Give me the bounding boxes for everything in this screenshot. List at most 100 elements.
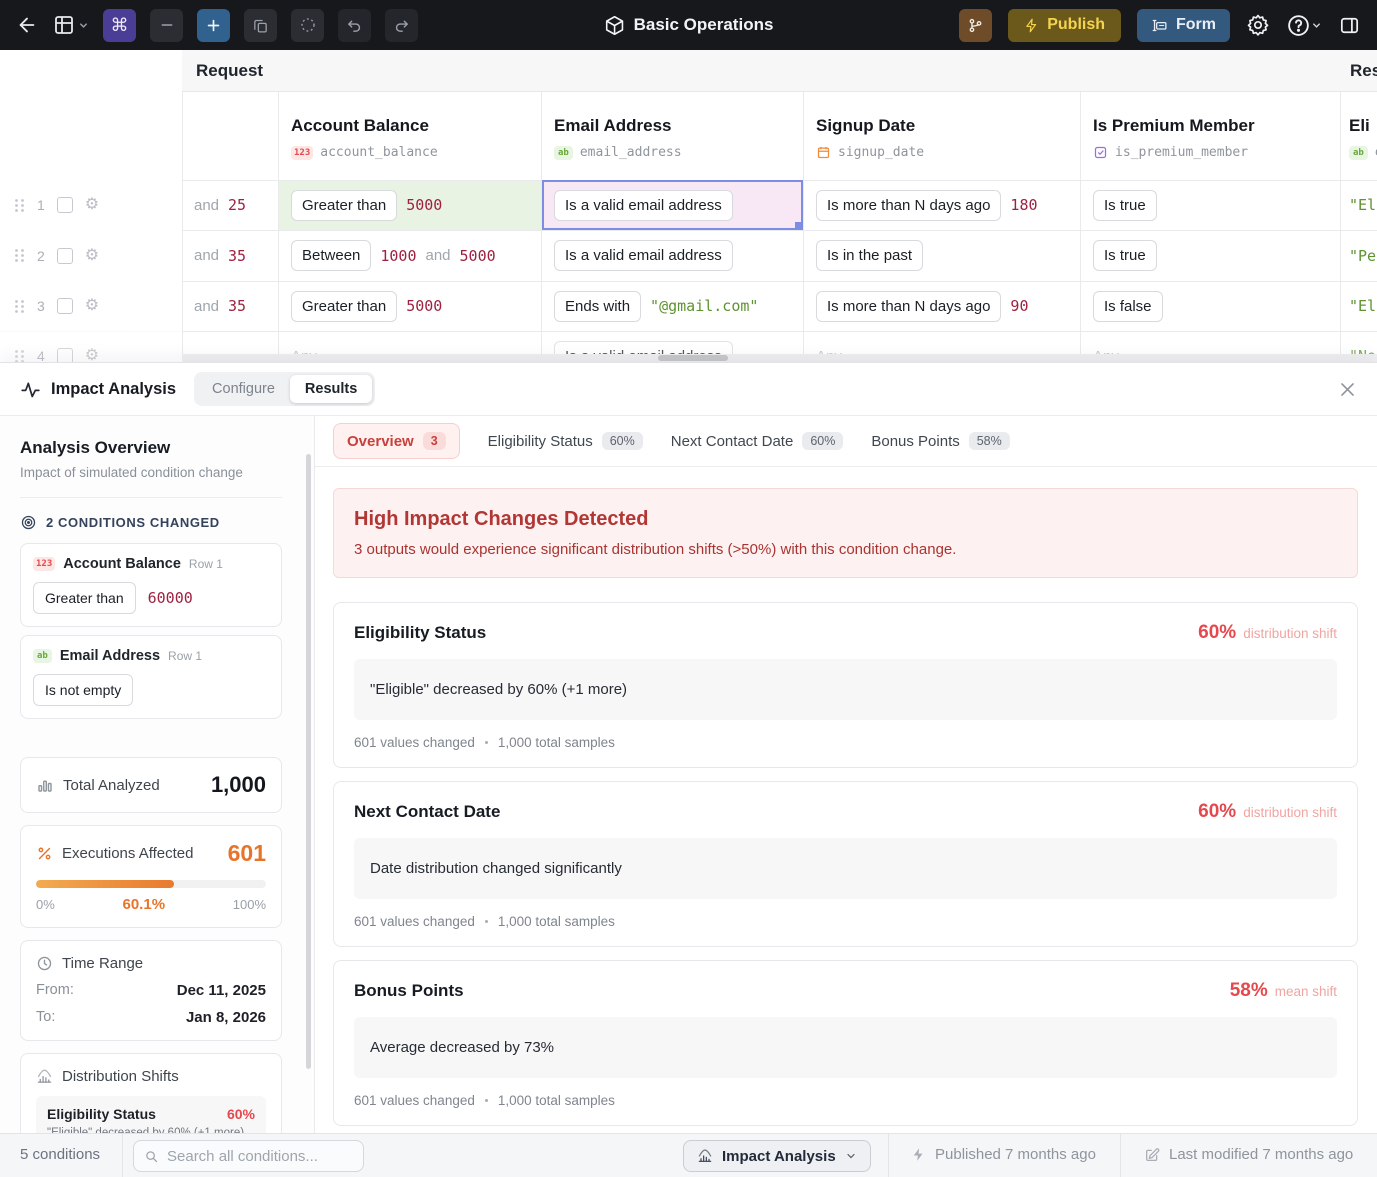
row-number: 1 bbox=[37, 197, 45, 213]
condition-operator-chip[interactable]: Greater than bbox=[33, 582, 136, 614]
row-settings-icon[interactable]: ⚙ bbox=[85, 298, 99, 314]
chevron-down-icon bbox=[1311, 20, 1322, 31]
search-conditions-box[interactable] bbox=[133, 1140, 364, 1172]
executions-affected-card: Executions Affected 601 0% 60.1% 100% bbox=[20, 825, 282, 928]
remove-row-button[interactable] bbox=[150, 9, 183, 42]
last-modified-status: Last modified 7 months ago bbox=[1144, 1146, 1353, 1163]
horizontal-scrollbar-thumb[interactable] bbox=[658, 355, 728, 361]
high-impact-alert: High Impact Changes Detected 3 outputs w… bbox=[333, 488, 1358, 578]
close-panel-button[interactable] bbox=[1338, 380, 1357, 399]
publish-button[interactable]: Publish bbox=[1008, 9, 1121, 42]
lightning-icon bbox=[1024, 18, 1039, 33]
divider bbox=[20, 497, 282, 498]
condition-operator-chip[interactable]: Greater than bbox=[291, 190, 397, 221]
help-button[interactable] bbox=[1286, 13, 1322, 38]
published-status: Published 7 months ago bbox=[911, 1146, 1096, 1163]
row-settings-icon[interactable]: ⚙ bbox=[85, 197, 99, 213]
column-header-is-premium-member[interactable]: Is Premium Member is_premium_member bbox=[1081, 92, 1340, 180]
drag-handle-icon[interactable] bbox=[14, 299, 25, 314]
add-row-button[interactable] bbox=[197, 9, 230, 42]
tab-overview[interactable]: Overview 3 bbox=[333, 423, 460, 459]
row-number: 4 bbox=[37, 348, 45, 362]
total-samples: 1,000 total samples bbox=[498, 1093, 615, 1108]
dot-separator bbox=[485, 1099, 488, 1102]
clock-icon bbox=[36, 955, 53, 972]
copy-icon bbox=[252, 17, 269, 34]
row-checkbox[interactable] bbox=[57, 197, 73, 213]
condition-operator-chip[interactable]: Is true bbox=[1093, 190, 1157, 221]
drag-handle-icon[interactable] bbox=[14, 248, 25, 263]
view-selector-button[interactable]: Impact Analysis bbox=[683, 1140, 871, 1172]
histogram-icon bbox=[36, 1068, 53, 1085]
table-view-icon bbox=[52, 13, 76, 37]
search-conditions-input[interactable] bbox=[167, 1148, 353, 1165]
row-settings-icon[interactable]: ⚙ bbox=[85, 348, 99, 362]
condition-operator-chip[interactable]: Is not empty bbox=[33, 674, 133, 706]
condition-operator-chip[interactable]: Is more than N days ago bbox=[816, 291, 1001, 322]
plus-icon bbox=[205, 17, 222, 34]
text-type-icon: ab bbox=[1349, 146, 1368, 160]
panel-toggle-button[interactable] bbox=[1338, 14, 1361, 37]
form-button[interactable]: Form bbox=[1137, 9, 1230, 42]
drag-handle-icon[interactable] bbox=[14, 198, 25, 213]
panel-header: Impact Analysis Configure Results bbox=[0, 363, 1377, 416]
tab-configure[interactable]: Configure bbox=[197, 375, 290, 403]
settings-button[interactable] bbox=[1246, 13, 1270, 37]
row-controls: 3 ⚙ bbox=[0, 281, 182, 331]
column-header-account-balance[interactable]: Account Balance 123account_balance bbox=[279, 92, 541, 180]
versions-button[interactable] bbox=[959, 9, 992, 42]
row-checkbox[interactable] bbox=[57, 298, 73, 314]
redo-button[interactable] bbox=[385, 9, 418, 42]
undo-button[interactable] bbox=[338, 9, 371, 42]
search-icon bbox=[144, 1149, 159, 1164]
executions-affected-value: 601 bbox=[228, 840, 266, 867]
row-settings-icon[interactable]: ⚙ bbox=[85, 248, 99, 264]
column-header-signup-date[interactable]: Signup Date signup_date bbox=[804, 92, 1080, 180]
drag-handle-icon[interactable] bbox=[14, 349, 25, 363]
distribution-shift-item[interactable]: Eligibility Status60% "Eligible" decreas… bbox=[36, 1096, 266, 1133]
bottombar: 5 conditions Impact Analysis Published 7… bbox=[0, 1133, 1377, 1177]
sidebar-scrollbar-thumb[interactable] bbox=[306, 454, 311, 1069]
condition-operator-chip[interactable]: Greater than bbox=[291, 291, 397, 322]
column-header-eligibility[interactable]: Eli abe bbox=[1341, 92, 1377, 180]
text-type-icon: ab bbox=[554, 146, 573, 160]
percent-icon bbox=[36, 845, 53, 862]
affected-progress-fill bbox=[36, 880, 174, 888]
duplicate-button[interactable] bbox=[244, 9, 277, 42]
tab-next-contact-date[interactable]: Next Contact Date 60% bbox=[671, 424, 844, 458]
condition-operator-chip[interactable]: Is false bbox=[1093, 291, 1163, 322]
row-checkbox[interactable] bbox=[57, 248, 73, 264]
distribution-shifts-card: Distribution Shifts Eligibility Status60… bbox=[20, 1053, 282, 1133]
changed-condition-card: ab Email Address Row 1 Is not empty bbox=[20, 635, 282, 719]
condition-operator-chip[interactable]: Between bbox=[291, 240, 371, 271]
close-icon bbox=[1338, 380, 1357, 399]
package-icon bbox=[604, 15, 625, 36]
condition-operator-chip[interactable]: Is a valid email address bbox=[554, 240, 733, 271]
result-card-bonus-points: Bonus Points 58% mean shift Average decr… bbox=[333, 960, 1358, 1126]
histogram-icon bbox=[697, 1148, 713, 1164]
tab-eligibility-status[interactable]: Eligibility Status 60% bbox=[488, 424, 643, 458]
tab-bonus-points[interactable]: Bonus Points 58% bbox=[871, 424, 1009, 458]
view-switcher-button[interactable] bbox=[52, 13, 89, 37]
condition-operator-chip[interactable]: Ends with bbox=[554, 291, 641, 322]
shift-percent: 60% bbox=[1198, 801, 1236, 823]
horizontal-scrollbar[interactable] bbox=[182, 354, 1377, 362]
results-tabs: Overview 3 Eligibility Status 60% Next C… bbox=[315, 416, 1377, 467]
command-button[interactable]: ⌘ bbox=[103, 9, 136, 42]
condition-operator-chip[interactable]: Is a valid email address bbox=[554, 190, 733, 221]
table-section-band: Request Res bbox=[182, 50, 1377, 92]
condition-operator-chip[interactable]: Is in the past bbox=[816, 240, 923, 271]
command-icon: ⌘ bbox=[111, 15, 129, 36]
request-section-label: Request bbox=[196, 61, 263, 81]
tab-results[interactable]: Results bbox=[290, 375, 372, 403]
back-button[interactable] bbox=[16, 14, 38, 36]
checkbox-type-icon bbox=[1093, 145, 1108, 160]
column-header-email-address[interactable]: Email Address abemail_address bbox=[542, 92, 803, 180]
number-type-icon: 123 bbox=[291, 146, 313, 160]
condition-operator-chip[interactable]: Is true bbox=[1093, 240, 1157, 271]
condition-operator-chip[interactable]: Is more than N days ago bbox=[816, 190, 1001, 221]
row-checkbox[interactable] bbox=[57, 348, 73, 362]
selection-mode-button[interactable] bbox=[291, 9, 324, 42]
dot-separator bbox=[485, 920, 488, 923]
bar-chart-icon bbox=[36, 776, 54, 794]
